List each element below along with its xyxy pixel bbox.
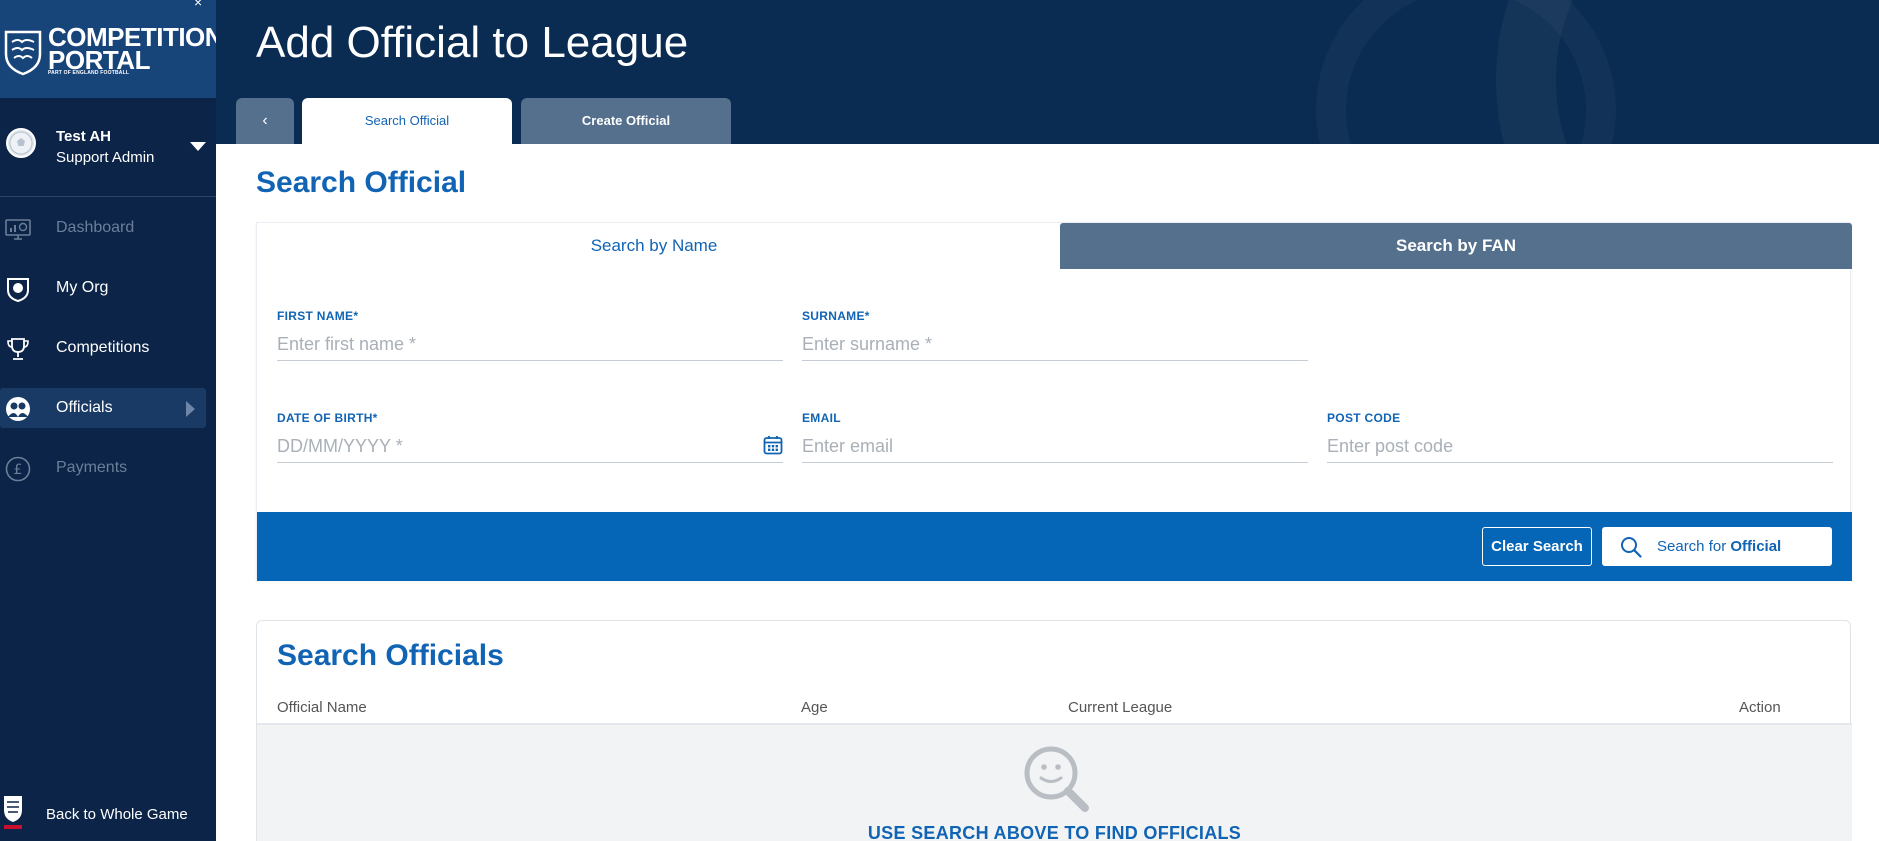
user-menu[interactable]: Test AH Support Admin xyxy=(0,118,216,178)
column-header-age[interactable]: Age xyxy=(801,699,828,716)
svg-text:£: £ xyxy=(14,462,23,478)
sidebar-item-label: Officials xyxy=(56,399,113,416)
tab-search-official[interactable]: Search Official xyxy=(302,98,512,144)
dashboard-icon xyxy=(5,219,31,240)
subtab-search-by-fan[interactable]: Search by FAN xyxy=(1060,223,1852,269)
sidebar-item-dashboard[interactable]: Dashboard xyxy=(0,208,206,248)
tab-back[interactable]: ‹ xyxy=(236,98,294,144)
first-name-input[interactable] xyxy=(277,329,783,361)
brand-logo[interactable]: COMPETITION PORTAL PART OF ENGLAND FOOTB… xyxy=(0,0,224,98)
pound-icon: £ xyxy=(5,456,31,482)
date-of-birth-field: DATE OF BIRTH* xyxy=(277,411,783,463)
search-button-label: Search for Official xyxy=(1657,538,1781,555)
date-of-birth-label: DATE OF BIRTH* xyxy=(277,411,378,425)
calendar-icon[interactable] xyxy=(763,435,783,455)
page-title: Add Official to League xyxy=(256,18,689,67)
clear-search-button[interactable]: Clear Search xyxy=(1482,527,1592,566)
sidebar-item-label: Dashboard xyxy=(56,219,135,236)
shield-icon xyxy=(7,278,29,302)
england-crest-icon xyxy=(4,796,22,829)
chevron-down-icon[interactable] xyxy=(190,142,206,151)
sidebar: COMPETITION PORTAL PART OF ENGLAND FOOTB… xyxy=(0,0,224,841)
search-button-strong: Official xyxy=(1730,538,1782,555)
column-header-official-name[interactable]: Official Name xyxy=(277,699,367,716)
three-lions-crest-icon xyxy=(4,30,42,76)
user-role: Support Admin xyxy=(56,149,155,166)
search-icon xyxy=(1621,537,1642,558)
subtab-search-by-name[interactable]: Search by Name xyxy=(257,223,1051,269)
email-input[interactable] xyxy=(802,431,1308,463)
brand-subtitle: PART OF ENGLAND FOOTBALL xyxy=(48,70,130,76)
sidebar-item-label: Competitions xyxy=(56,339,150,356)
magnifier-smiley-icon xyxy=(1024,746,1089,812)
search-button-prefix: Search for xyxy=(1657,538,1731,555)
search-for-official-button[interactable]: Search for Official xyxy=(1602,527,1832,566)
trophy-icon xyxy=(7,338,29,360)
user-name: Test AH xyxy=(56,128,112,145)
sidebar-item-competitions[interactable]: Competitions xyxy=(0,328,206,368)
sidebar-item-label: My Org xyxy=(56,279,109,296)
search-form-card: Search by Name Search by FAN FIRST NAME*… xyxy=(256,222,1852,581)
officials-icon xyxy=(6,397,30,421)
collapse-sidebar-icon[interactable]: × xyxy=(194,0,202,10)
email-field: EMAIL xyxy=(802,411,1308,463)
surname-input[interactable] xyxy=(802,329,1308,361)
football-icon xyxy=(9,131,33,155)
first-name-label: FIRST NAME* xyxy=(277,309,359,323)
divider xyxy=(0,196,216,197)
post-code-input[interactable] xyxy=(1327,431,1833,463)
back-to-whole-game-label: Back to Whole Game xyxy=(46,806,188,823)
chevron-right-icon xyxy=(186,401,195,417)
avatar xyxy=(6,128,36,158)
sidebar-item-label: Payments xyxy=(56,459,128,476)
page-header: Add Official to League ‹ Search Official… xyxy=(216,0,1879,144)
post-code-field: POST CODE xyxy=(1327,411,1833,463)
chevron-left-icon: ‹ xyxy=(262,112,268,129)
results-card: Search Officials Official Name Age Curre… xyxy=(256,620,1852,841)
column-header-current-league[interactable]: Current League xyxy=(1068,699,1172,716)
email-label: EMAIL xyxy=(802,411,841,425)
sidebar-item-my-org[interactable]: My Org xyxy=(0,268,206,308)
section-title: Search Official xyxy=(256,166,467,199)
empty-state-message: USE SEARCH ABOVE TO FIND OFFICIALS xyxy=(867,823,1242,841)
sidebar-item-officials[interactable]: Officials xyxy=(0,388,206,428)
brand-title-line2: PORTAL xyxy=(48,45,150,75)
surname-label: SURNAME* xyxy=(802,309,870,323)
brand-title: COMPETITION PORTAL xyxy=(48,24,224,75)
results-title: Search Officials xyxy=(277,639,504,672)
surname-field: SURNAME* xyxy=(802,309,1308,361)
search-action-bar: Clear Search Search for Official xyxy=(257,512,1852,581)
date-of-birth-input[interactable] xyxy=(277,431,783,463)
first-name-field: FIRST NAME* xyxy=(277,309,783,361)
column-header-action: Action xyxy=(1739,699,1781,716)
sidebar-item-payments[interactable]: £ Payments xyxy=(0,448,206,488)
post-code-label: POST CODE xyxy=(1327,411,1401,425)
header-decoration xyxy=(1316,0,1616,144)
tab-create-official[interactable]: Create Official xyxy=(521,98,731,144)
back-to-whole-game-link[interactable]: Back to Whole Game xyxy=(0,790,216,830)
empty-state: USE SEARCH ABOVE TO FIND OFFICIALS xyxy=(257,725,1852,841)
